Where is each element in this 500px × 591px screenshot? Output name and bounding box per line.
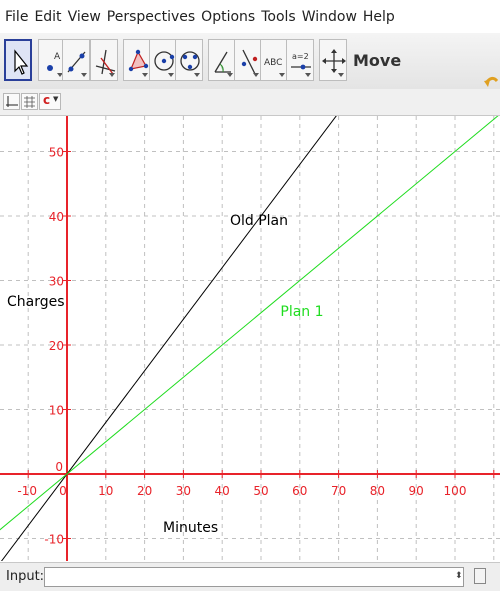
x-tick-label: 90 [409, 484, 424, 498]
x-tick-label: 0 [59, 484, 67, 498]
perpendicular-line-tool-button[interactable] [90, 39, 118, 81]
menu-perspectives[interactable]: Perspectives [107, 9, 195, 25]
active-tool-label: Move [353, 51, 402, 70]
history-updown-icon[interactable]: ⬍ [455, 571, 463, 581]
axes-icon [6, 96, 18, 107]
origin-label: 0 [55, 460, 63, 474]
move-view-tool-button[interactable] [319, 39, 347, 81]
chevron-down-icon: ▼ [53, 95, 59, 103]
x-tick-label: 10 [98, 484, 113, 498]
x-tick-label: 40 [215, 484, 230, 498]
menu-help[interactable]: Help [363, 9, 395, 25]
y-tick-label: -10 [44, 533, 64, 547]
series-label: Plan 1 [280, 304, 323, 320]
graph-canvas[interactable]: -10 0 10 20 30 40 50 60 70 80 90 100 50 40 30 20 10 -10 Ol… [0, 116, 500, 561]
y-axis-label: Charges [7, 294, 65, 310]
x-tick-label: 80 [370, 484, 385, 498]
line-tool-button[interactable] [62, 39, 90, 81]
series-label: Old Plan [230, 213, 288, 229]
circle-tool-button[interactable] [149, 39, 177, 81]
y-tick-label: 30 [49, 275, 64, 289]
svg-text:A: A [54, 52, 61, 62]
y-tick-label: 40 [49, 210, 64, 224]
move-tool-button[interactable] [4, 39, 32, 81]
menu-view[interactable]: View [68, 9, 101, 25]
conic-tool-button[interactable] [175, 39, 203, 81]
input-label: Input: [6, 569, 45, 584]
x-tick-label: 30 [176, 484, 191, 498]
x-tick-label: 70 [331, 484, 346, 498]
grid-icon [24, 96, 35, 108]
grid-toggle-button[interactable] [21, 93, 38, 110]
cursor-arrow-icon [14, 49, 29, 75]
input-field[interactable] [44, 567, 464, 587]
y-tick-label: 20 [49, 339, 64, 353]
x-axis-label: Minutes [163, 520, 218, 536]
menu-tools[interactable]: Tools [261, 9, 296, 25]
graphics-view[interactable]: -10 0 10 20 30 40 50 60 70 80 90 100 50 40 30 20 10 -10 Ol… [0, 116, 500, 561]
axes-toggle-button[interactable] [3, 93, 20, 110]
svg-text:ABC: ABC [264, 58, 282, 68]
x-tick-label: 60 [292, 484, 307, 498]
x-tick-label: 50 [253, 484, 268, 498]
y-tick-label: 50 [49, 146, 64, 160]
style-bar: c ▼ [0, 89, 500, 116]
color-menu-button[interactable]: c ▼ [39, 93, 61, 110]
slider-tool-button[interactable]: a=2 [286, 39, 314, 81]
series-line [0, 116, 499, 531]
reflect-tool-button[interactable] [234, 39, 262, 81]
text-tool-button[interactable]: ABC [260, 39, 288, 81]
menu-edit[interactable]: Edit [34, 9, 61, 25]
menu-file[interactable]: File [5, 9, 28, 25]
polygon-tool-button[interactable] [123, 39, 151, 81]
x-tick-label: 100 [444, 484, 467, 498]
menu-options[interactable]: Options [201, 9, 255, 25]
color-c-glyph: c [43, 93, 51, 107]
svg-text:a=2: a=2 [292, 52, 309, 61]
menu-window[interactable]: Window [302, 9, 357, 25]
x-tick-label: 20 [137, 484, 152, 498]
menu-bar: File Edit View Perspectives Options Tool… [0, 0, 500, 33]
series-line [0, 116, 337, 561]
angle-tool-button[interactable] [208, 39, 236, 81]
toolbar: A ABC a=2 Move [0, 33, 500, 106]
x-tick-label: -10 [17, 484, 37, 498]
input-bar: Input: ⬍ [0, 562, 500, 591]
input-help-icon[interactable] [474, 568, 486, 584]
y-tick-label: 10 [49, 404, 64, 418]
